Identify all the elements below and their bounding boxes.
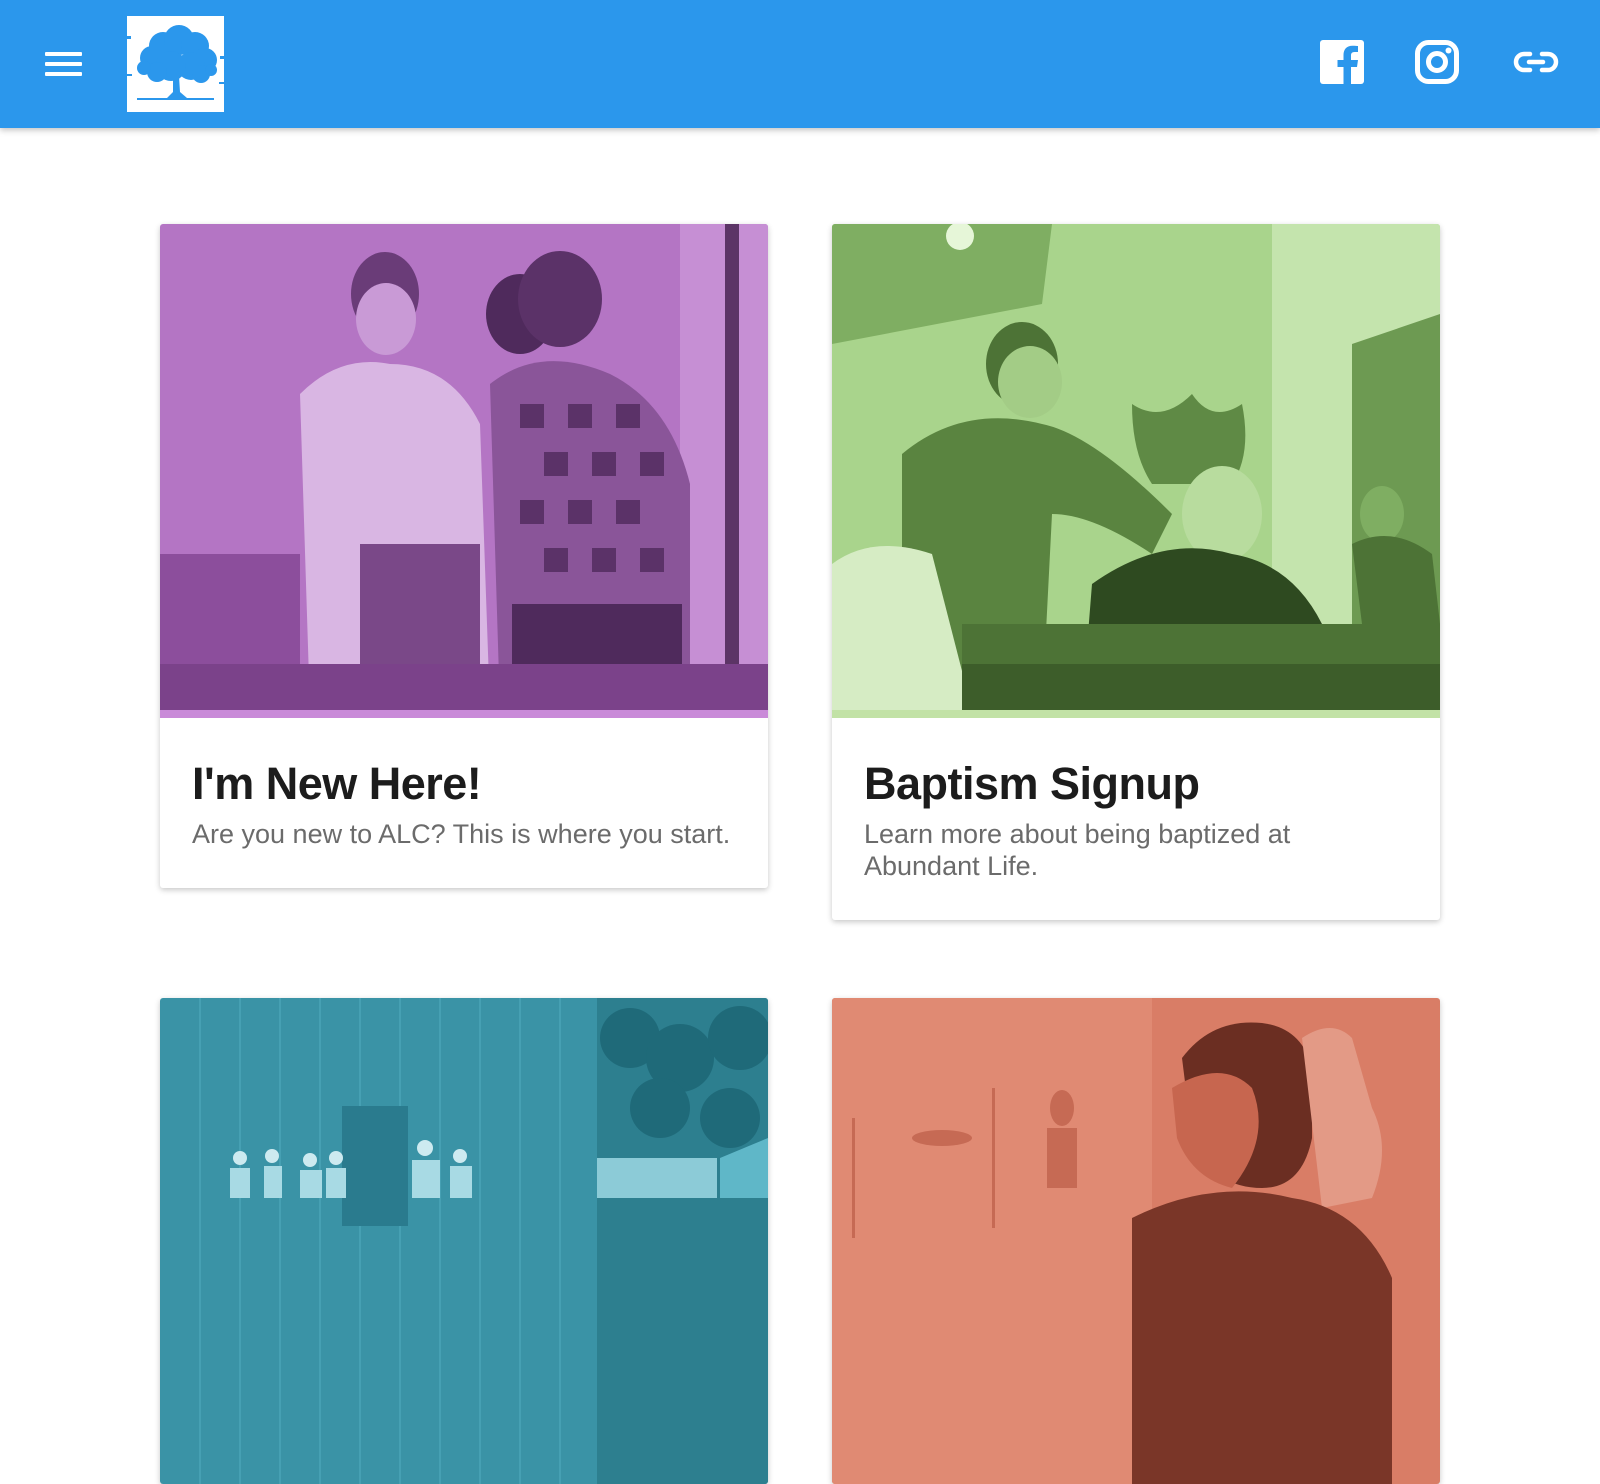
card-outdoor-event[interactable] (160, 998, 768, 1484)
facebook-icon[interactable] (1318, 38, 1366, 86)
top-app-bar (0, 0, 1600, 128)
instagram-icon[interactable] (1413, 38, 1461, 86)
card-im-new-here[interactable]: I'm New Here! Are you new to ALC? This i… (160, 224, 768, 888)
card-content: Baptism Signup Learn more about being ba… (832, 718, 1440, 920)
card-title: I'm New Here! (192, 758, 482, 809)
card-photo (160, 224, 768, 710)
tree-logo-icon[interactable] (127, 16, 224, 112)
card-title: Baptism Signup (864, 758, 1200, 809)
card-stripe (832, 710, 1440, 718)
card-description: Learn more about being baptized at Abund… (864, 819, 1291, 881)
card-photo (160, 998, 768, 1484)
card-photo (832, 998, 1440, 1484)
card-baptism-signup[interactable]: Baptism Signup Learn more about being ba… (832, 224, 1440, 920)
hamburger-menu-icon[interactable] (40, 44, 88, 84)
card-stripe (160, 710, 768, 718)
card-description: Are you new to ALC? This is where you st… (192, 819, 731, 849)
card-content: I'm New Here! Are you new to ALC? This i… (160, 718, 768, 888)
card-photo (832, 224, 1440, 710)
card-worship[interactable] (832, 998, 1440, 1484)
link-icon[interactable] (1512, 38, 1560, 86)
